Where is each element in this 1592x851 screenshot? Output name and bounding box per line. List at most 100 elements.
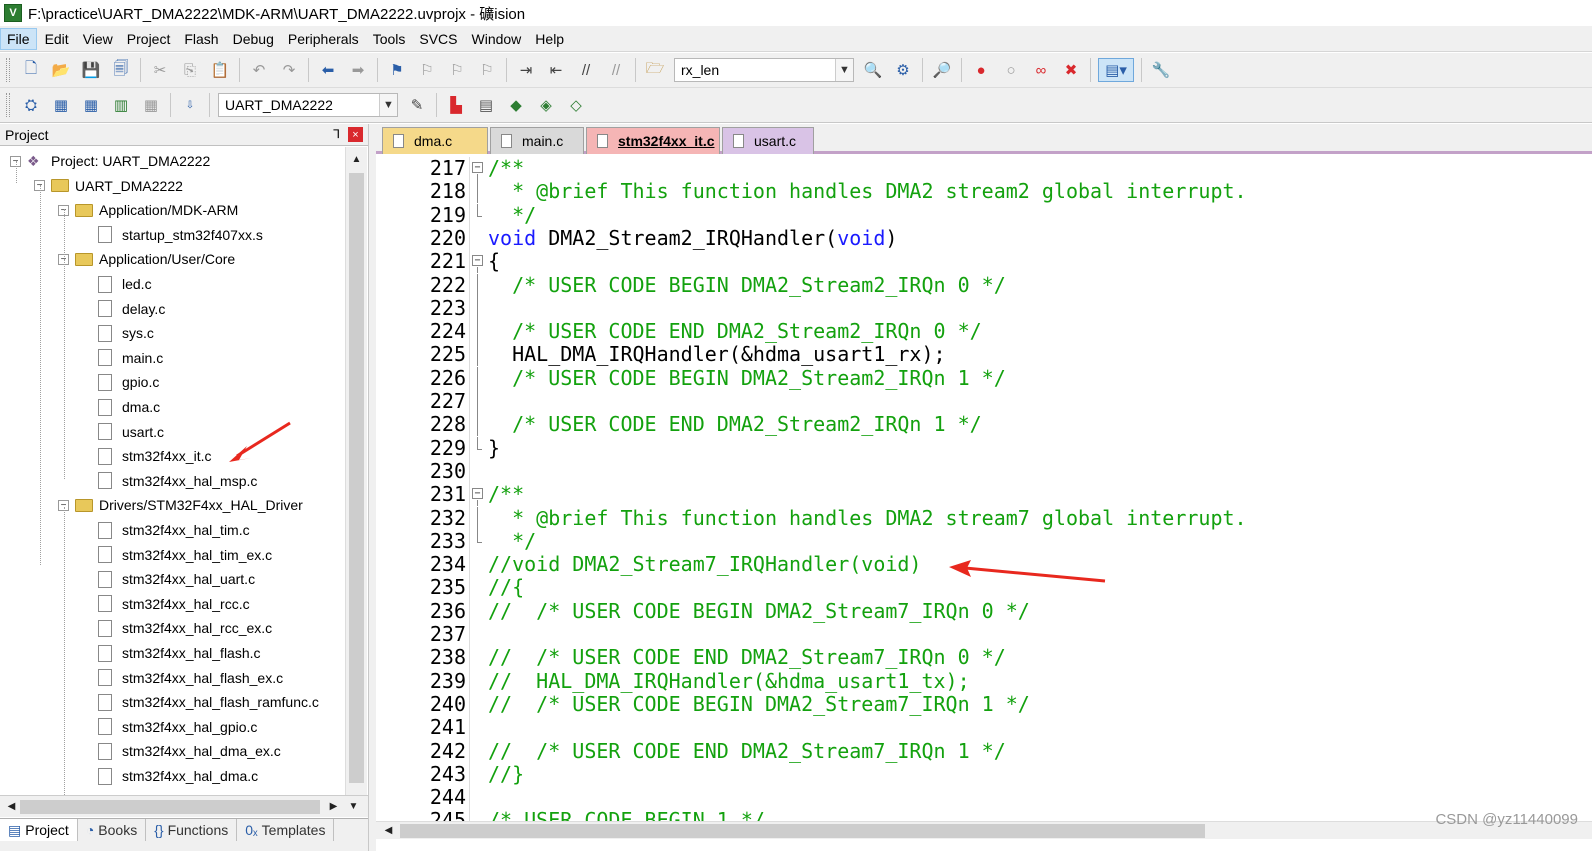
tree-item[interactable]: − Application/MDK-ARM: [58, 198, 238, 222]
toolbar-grip[interactable]: [6, 58, 10, 82]
nav-back-icon[interactable]: ⬅: [316, 58, 340, 82]
clear-bookmarks-icon[interactable]: ⚐: [475, 58, 499, 82]
panel-tab-books[interactable]: ◔ Books: [78, 819, 147, 841]
configure-wrench-icon[interactable]: 🔧: [1149, 58, 1173, 82]
tree-item[interactable]: sys.c: [98, 321, 154, 345]
panel-tab-templates[interactable]: 0ₓ Templates: [237, 819, 335, 841]
tree-item[interactable]: stm32f4xx_hal_flash.c: [98, 641, 261, 665]
rebuild-icon[interactable]: ▦: [79, 93, 103, 117]
close-icon[interactable]: ×: [348, 127, 363, 142]
pack-installer-icon[interactable]: ◈: [534, 93, 558, 117]
menu-debug[interactable]: Debug: [227, 29, 280, 49]
editor-hscrollbar[interactable]: ◀: [376, 821, 1592, 839]
find-in-files-icon[interactable]: 🗁: [643, 58, 667, 82]
translate-icon[interactable]: ⛭: [19, 93, 43, 117]
file-tab[interactable]: stm32f4xx_it.c: [586, 127, 720, 154]
panel-tab-functions[interactable]: {} Functions: [146, 819, 238, 841]
debug-start-icon[interactable]: 🔎: [930, 58, 954, 82]
save-icon[interactable]: 💾: [79, 58, 103, 82]
build-icon[interactable]: ▦: [49, 93, 73, 117]
pin-icon[interactable]: ⅂: [333, 127, 340, 141]
unindent-icon[interactable]: ⇤: [544, 58, 568, 82]
project-tree-hscrollbar[interactable]: ◀ ▶ ▼: [0, 795, 368, 817]
menu-project[interactable]: Project: [121, 29, 177, 49]
tree-item[interactable]: startup_stm32f407xx.s: [98, 223, 263, 247]
open-file-icon[interactable]: 📂: [49, 58, 73, 82]
tree-item[interactable]: usart.c: [98, 420, 164, 444]
scroll-thumb[interactable]: [400, 824, 1205, 838]
tree-item[interactable]: stm32f4xx_hal_uart.c: [98, 567, 255, 591]
toolbar-grip[interactable]: [6, 93, 10, 117]
find-combo[interactable]: rx_len ▼: [674, 58, 854, 82]
menu-edit[interactable]: Edit: [39, 29, 75, 49]
tree-item[interactable]: stm32f4xx_hal_flash_ramfunc.c: [98, 690, 319, 714]
tree-item[interactable]: main.c: [98, 346, 163, 370]
file-tab[interactable]: main.c: [490, 127, 584, 154]
copy-icon[interactable]: ⎘: [178, 58, 202, 82]
chevron-down-icon[interactable]: ▼: [379, 94, 397, 116]
bookmark-icon[interactable]: ⚑: [385, 58, 409, 82]
panel-splitter[interactable]: [368, 124, 376, 851]
panel-tab-project[interactable]: ▤ Project: [0, 819, 78, 841]
scroll-left-icon[interactable]: ◀: [380, 822, 397, 839]
undo-icon[interactable]: ↶: [247, 58, 271, 82]
file-tab[interactable]: dma.c: [382, 127, 488, 154]
save-all-icon[interactable]: 🗐: [109, 58, 133, 82]
target-select[interactable]: UART_DMA2222 ▼: [218, 93, 398, 117]
scroll-down-icon[interactable]: ▼: [345, 798, 362, 815]
breakpoint-insert-icon[interactable]: ●: [969, 58, 993, 82]
fold-toggle-icon[interactable]: −: [472, 162, 483, 173]
scroll-left-icon[interactable]: ◀: [3, 798, 20, 815]
menu-view[interactable]: View: [77, 29, 119, 49]
pack-diamond-icon[interactable]: ◇: [564, 93, 588, 117]
menu-svcs[interactable]: SVCS: [413, 29, 463, 49]
tree-item[interactable]: stm32f4xx_hal_tim.c: [98, 518, 250, 542]
download-load-icon[interactable]: ⇩: [178, 93, 202, 117]
scroll-up-icon[interactable]: ▲: [348, 151, 365, 168]
breakpoint-kill-all-icon[interactable]: ✖: [1059, 58, 1083, 82]
redo-icon[interactable]: ↷: [277, 58, 301, 82]
tree-item[interactable]: stm32f4xx_hal_rcc_ex.c: [98, 616, 272, 640]
uncomment-icon[interactable]: //: [604, 58, 628, 82]
window-layout-icon[interactable]: ▤▾: [1098, 58, 1134, 82]
scroll-thumb[interactable]: [20, 800, 320, 814]
batch-build-icon[interactable]: ▥: [109, 93, 133, 117]
tree-item[interactable]: stm32f4xx_hal_tim_ex.c: [98, 543, 272, 567]
manage-project-items-icon[interactable]: ▙: [444, 93, 468, 117]
manage-run-time-icon[interactable]: ◆: [504, 93, 528, 117]
tree-item[interactable]: stm32f4xx_it.c: [98, 444, 211, 468]
tree-item[interactable]: stm32f4xx_hal_rcc.c: [98, 592, 250, 616]
menu-file[interactable]: File: [0, 27, 37, 50]
file-tab[interactable]: usart.c: [722, 127, 814, 154]
breakpoint-disable-icon[interactable]: ○: [999, 58, 1023, 82]
fold-toggle-icon[interactable]: −: [472, 488, 483, 500]
project-tree-vscrollbar[interactable]: ▲ ▼: [345, 147, 367, 813]
target-options-icon[interactable]: ✎: [405, 93, 429, 117]
tree-item[interactable]: stm32f4xx_hal_gpio.c: [98, 715, 257, 739]
menu-tools[interactable]: Tools: [367, 29, 412, 49]
incremental-find-icon[interactable]: ⚙: [891, 58, 915, 82]
cut-icon[interactable]: ✂: [148, 58, 172, 82]
menu-flash[interactable]: Flash: [178, 29, 224, 49]
select-packs-icon[interactable]: ▤: [474, 93, 498, 117]
tree-item[interactable]: − Application/User/Core: [58, 247, 235, 271]
menu-window[interactable]: Window: [466, 29, 528, 49]
tree-item[interactable]: dma.c: [98, 395, 160, 419]
menu-peripherals[interactable]: Peripherals: [282, 29, 365, 49]
tree-item[interactable]: − UART_DMA2222: [34, 174, 183, 198]
comment-icon[interactable]: //: [574, 58, 598, 82]
find-icon[interactable]: 🔍: [861, 58, 885, 82]
chevron-down-icon[interactable]: ▼: [835, 59, 853, 81]
tree-item[interactable]: stm32f4xx_hal_dma.c: [98, 764, 258, 788]
stop-build-icon[interactable]: ▦: [139, 93, 163, 117]
tree-item[interactable]: − ❖ Project: UART_DMA2222: [10, 149, 210, 173]
scroll-right-icon[interactable]: ▶: [325, 798, 342, 815]
tree-item[interactable]: delay.c: [98, 297, 165, 321]
paste-icon[interactable]: 📋: [208, 58, 232, 82]
new-file-icon[interactable]: 🗋: [19, 58, 43, 82]
menu-help[interactable]: Help: [529, 29, 570, 49]
code-editor[interactable]: 217−/** 218 * @brief This function handle…: [376, 157, 1592, 821]
scroll-thumb[interactable]: [349, 173, 364, 783]
breakpoint-disable-all-icon[interactable]: ∞: [1029, 58, 1053, 82]
tree-item[interactable]: stm32f4xx_hal_msp.c: [98, 469, 257, 493]
